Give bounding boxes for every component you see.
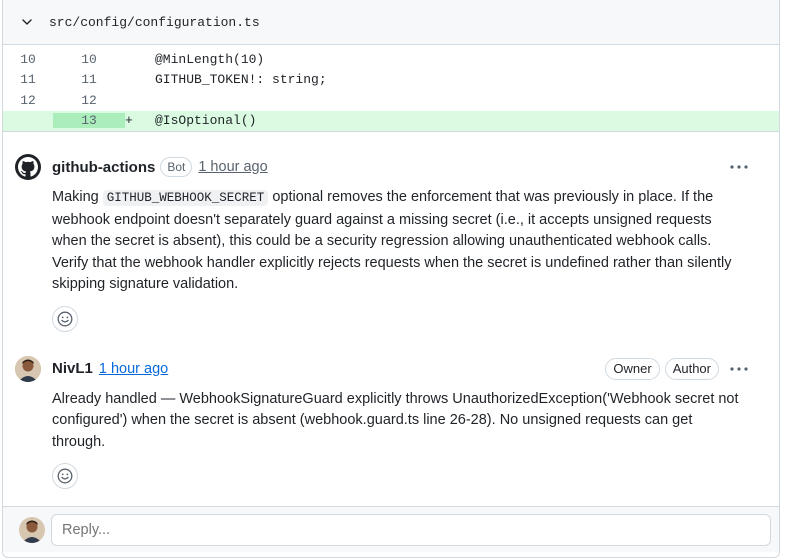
code-text: GITHUB_TOKEN!: string;	[155, 72, 327, 88]
new-line-number[interactable]: 13	[53, 113, 125, 129]
reply-bar	[3, 506, 779, 552]
diff-sign: +	[125, 113, 133, 129]
review-comment: NivL1 1 hour ago Owner Author Already ha…	[3, 355, 779, 489]
diff-hunk: 10 10 @MinLength(10) 11 11 GITHUB_TOKEN!…	[3, 45, 779, 132]
new-line-number[interactable]: 12	[53, 93, 125, 108]
author-badge: Author	[664, 357, 719, 380]
code-text: @MinLength(10)	[155, 51, 265, 67]
owner-badge: Owner	[605, 357, 660, 380]
user-avatar-icon	[19, 517, 45, 543]
comment-timestamp[interactable]: 1 hour ago	[198, 159, 267, 175]
add-reaction-button[interactable]	[52, 305, 78, 332]
old-line-number[interactable]: 11	[3, 72, 53, 87]
comment-author[interactable]: NivL1	[52, 360, 93, 377]
review-comment: github-actions Bot 1 hour ago Making GIT…	[3, 154, 779, 332]
file-path[interactable]: src/config/configuration.ts	[49, 15, 260, 30]
diff-line: 10 10 @MinLength(10)	[3, 49, 779, 70]
kebab-menu-icon[interactable]	[729, 366, 749, 371]
inline-code: GITHUB_WEBHOOK_SECRET	[102, 190, 269, 206]
comment-actions	[719, 165, 749, 169]
current-user-avatar	[19, 517, 45, 543]
kebab-menu-icon[interactable]	[729, 165, 749, 169]
comment-body: Making GITHUB_WEBHOOK_SECRET optional re…	[52, 187, 749, 296]
smiley-icon	[57, 311, 73, 326]
chevron-down-icon[interactable]	[19, 14, 35, 30]
user-avatar-icon	[15, 355, 41, 382]
body-text: Making	[52, 189, 103, 205]
comment-header: NivL1 1 hour ago Owner Author	[52, 356, 749, 382]
add-reaction-button[interactable]	[52, 463, 78, 489]
comment-actions: Owner Author	[600, 357, 749, 380]
diff-line: 12 12	[3, 90, 779, 111]
file-header[interactable]: src/config/configuration.ts	[3, 0, 779, 45]
review-thread-panel: src/config/configuration.ts 10 10 @MinLe…	[2, 0, 780, 558]
old-line-number[interactable]: 10	[3, 52, 53, 67]
diff-line-added: 13 + @IsOptional()	[3, 110, 779, 131]
comment-header: github-actions Bot 1 hour ago	[52, 154, 749, 180]
github-logo-icon	[18, 157, 38, 177]
old-line-number[interactable]: 12	[3, 93, 53, 108]
comment-author[interactable]: github-actions	[52, 159, 155, 176]
new-line-number[interactable]: 10	[53, 52, 125, 67]
diff-line: 11 11 GITHUB_TOKEN!: string;	[3, 70, 779, 91]
comment-timestamp[interactable]: 1 hour ago	[99, 361, 168, 377]
new-line-number[interactable]: 11	[53, 72, 125, 87]
avatar[interactable]	[15, 154, 41, 180]
code-text: @IsOptional()	[155, 113, 257, 129]
bot-badge: Bot	[160, 157, 193, 177]
reply-input[interactable]	[51, 514, 771, 546]
comment-body: Already handled — WebhookSignatureGuard …	[52, 390, 739, 450]
smiley-icon	[57, 468, 73, 484]
avatar[interactable]	[15, 355, 41, 382]
